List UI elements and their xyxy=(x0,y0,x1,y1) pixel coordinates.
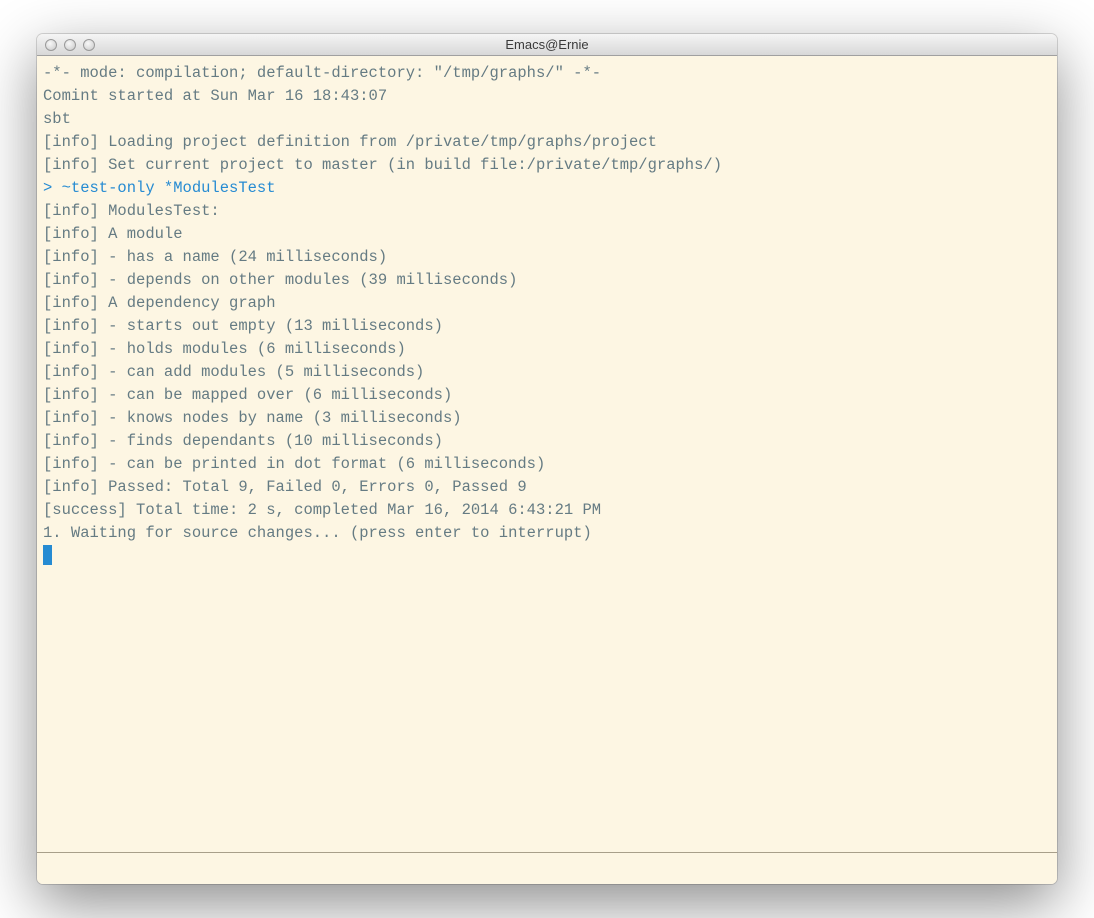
zoom-button[interactable] xyxy=(83,39,95,51)
waiting-line: 1. Waiting for source changes... (press … xyxy=(43,522,1051,545)
mode-line: -*- mode: compilation; default-directory… xyxy=(43,62,1051,85)
minimize-button[interactable] xyxy=(64,39,76,51)
test-result-line: [info] - has a name (24 milliseconds) xyxy=(43,246,1051,269)
compilation-buffer[interactable]: -*- mode: compilation; default-directory… xyxy=(37,56,1057,852)
close-button[interactable] xyxy=(45,39,57,51)
info-line: [info] Loading project definition from /… xyxy=(43,131,1051,154)
sbt-command-line: sbt xyxy=(43,108,1051,131)
test-summary-line: [info] Passed: Total 9, Failed 0, Errors… xyxy=(43,476,1051,499)
test-result-line: [info] - starts out empty (13 millisecon… xyxy=(43,315,1051,338)
traffic-lights xyxy=(45,39,95,51)
test-result-line: [info] - finds dependants (10 millisecon… xyxy=(43,430,1051,453)
info-line: [info] Set current project to master (in… xyxy=(43,154,1051,177)
success-line: [success] Total time: 2 s, completed Mar… xyxy=(43,499,1051,522)
text-cursor xyxy=(43,545,52,565)
test-result-line: [info] - holds modules (6 milliseconds) xyxy=(43,338,1051,361)
titlebar[interactable]: Emacs@Ernie xyxy=(37,34,1057,56)
cursor-line xyxy=(43,545,1051,568)
test-result-line: [info] - depends on other modules (39 mi… xyxy=(43,269,1051,292)
info-line: [info] A module xyxy=(43,223,1051,246)
test-result-line: [info] - can add modules (5 milliseconds… xyxy=(43,361,1051,384)
comint-start-line: Comint started at Sun Mar 16 18:43:07 xyxy=(43,85,1051,108)
info-line: [info] A dependency graph xyxy=(43,292,1051,315)
minibuffer[interactable] xyxy=(37,852,1057,884)
info-line: [info] ModulesTest: xyxy=(43,200,1051,223)
emacs-window: Emacs@Ernie -*- mode: compilation; defau… xyxy=(37,34,1057,884)
window-title: Emacs@Ernie xyxy=(37,37,1057,52)
test-result-line: [info] - can be printed in dot format (6… xyxy=(43,453,1051,476)
sbt-prompt-line: > ~test-only *ModulesTest xyxy=(43,177,1051,200)
test-result-line: [info] - knows nodes by name (3 millisec… xyxy=(43,407,1051,430)
test-result-line: [info] - can be mapped over (6 milliseco… xyxy=(43,384,1051,407)
